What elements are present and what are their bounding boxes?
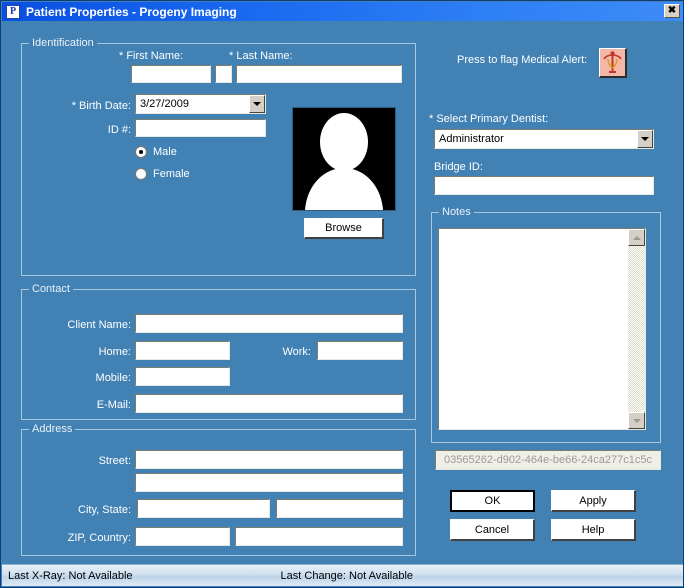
middle-initial-input[interactable] <box>215 65 232 83</box>
id-number-input[interactable] <box>135 119 266 137</box>
zip-country-label: ZIP, Country: <box>67 532 131 544</box>
title-bar[interactable]: P Patient Properties - Progeny Imaging ✖ <box>2 2 683 21</box>
browse-button[interactable]: Browse <box>304 218 384 239</box>
client-name-input[interactable] <box>135 314 403 333</box>
primary-dentist-value: Administrator <box>439 133 504 145</box>
mobile-phone-input[interactable] <box>135 367 230 386</box>
patient-photo-placeholder[interactable] <box>292 107 396 211</box>
birth-date-value: 3/27/2009 <box>140 98 189 110</box>
last-change-status: Last Change: Not Available <box>280 569 414 582</box>
birth-date-combo[interactable]: 3/27/2009 <box>135 94 266 114</box>
close-icon[interactable]: ✖ <box>664 4 680 18</box>
zip-input[interactable] <box>135 527 230 546</box>
first-name-label: * First Name: <box>119 50 184 62</box>
notes-scrollbar[interactable] <box>628 229 645 429</box>
bridge-id-input[interactable] <box>434 176 654 195</box>
notes-field-wrapper <box>438 228 646 430</box>
last-name-input[interactable] <box>236 65 402 83</box>
identification-legend: Identification <box>29 37 97 49</box>
primary-dentist-label: * Select Primary Dentist: <box>429 113 549 125</box>
gender-male-label: Male <box>153 146 177 158</box>
scroll-up-icon[interactable] <box>628 229 645 246</box>
window-title: Patient Properties - Progeny Imaging <box>26 4 237 19</box>
state-input[interactable] <box>276 499 403 518</box>
notes-legend: Notes <box>439 206 474 218</box>
street2-input[interactable] <box>135 473 403 492</box>
help-button[interactable]: Help <box>551 519 636 541</box>
gender-female-label: Female <box>153 168 190 180</box>
work-phone-label: Work: <box>282 346 311 358</box>
patient-guid-field <box>435 450 661 470</box>
address-legend: Address <box>29 423 76 435</box>
medical-alert-label: Press to flag Medical Alert: <box>457 54 588 66</box>
client-name-label: Client Name: <box>67 319 131 331</box>
status-bar: Last X-Ray: Not Available Last Change: N… <box>2 564 683 586</box>
home-phone-label: Home: <box>98 346 131 358</box>
street-input[interactable] <box>135 450 403 469</box>
birth-date-label: * Birth Date: <box>71 100 131 112</box>
work-phone-input[interactable] <box>317 341 403 360</box>
contact-legend: Contact <box>29 283 73 295</box>
primary-dentist-combo[interactable]: Administrator <box>434 129 654 149</box>
mobile-phone-label: Mobile: <box>95 372 131 384</box>
last-xray-status: Last X-Ray: Not Available <box>8 569 133 582</box>
medical-alert-button[interactable] <box>599 48 627 78</box>
first-name-input[interactable] <box>131 65 211 83</box>
city-state-label: City, State: <box>78 504 131 516</box>
app-icon-glyph: P <box>9 5 17 17</box>
notes-textarea[interactable] <box>439 229 628 429</box>
scroll-down-icon[interactable] <box>628 412 645 429</box>
gender-male-option[interactable]: Male <box>135 146 177 158</box>
patient-properties-dialog: P Patient Properties - Progeny Imaging ✖… <box>0 0 684 588</box>
city-input[interactable] <box>137 499 270 518</box>
last-name-label: * Last Name: <box>229 50 293 62</box>
country-input[interactable] <box>235 527 403 546</box>
radio-male-icon[interactable] <box>135 146 147 158</box>
chevron-down-icon[interactable] <box>249 95 265 113</box>
gender-female-option[interactable]: Female <box>135 168 190 180</box>
apply-button[interactable]: Apply <box>551 490 636 512</box>
caduceus-icon <box>600 49 625 76</box>
email-input[interactable] <box>135 394 403 413</box>
person-silhouette-icon <box>293 108 395 210</box>
home-phone-input[interactable] <box>135 341 230 360</box>
email-label: E-Mail: <box>96 399 131 411</box>
street-label: Street: <box>98 455 131 467</box>
ok-button[interactable]: OK <box>450 490 535 512</box>
bridge-id-label: Bridge ID: <box>434 161 483 173</box>
radio-female-icon[interactable] <box>135 168 147 180</box>
app-icon: P <box>6 4 20 19</box>
cancel-button[interactable]: Cancel <box>450 519 535 541</box>
chevron-down-icon[interactable] <box>637 130 653 148</box>
id-number-label: ID #: <box>107 124 131 136</box>
